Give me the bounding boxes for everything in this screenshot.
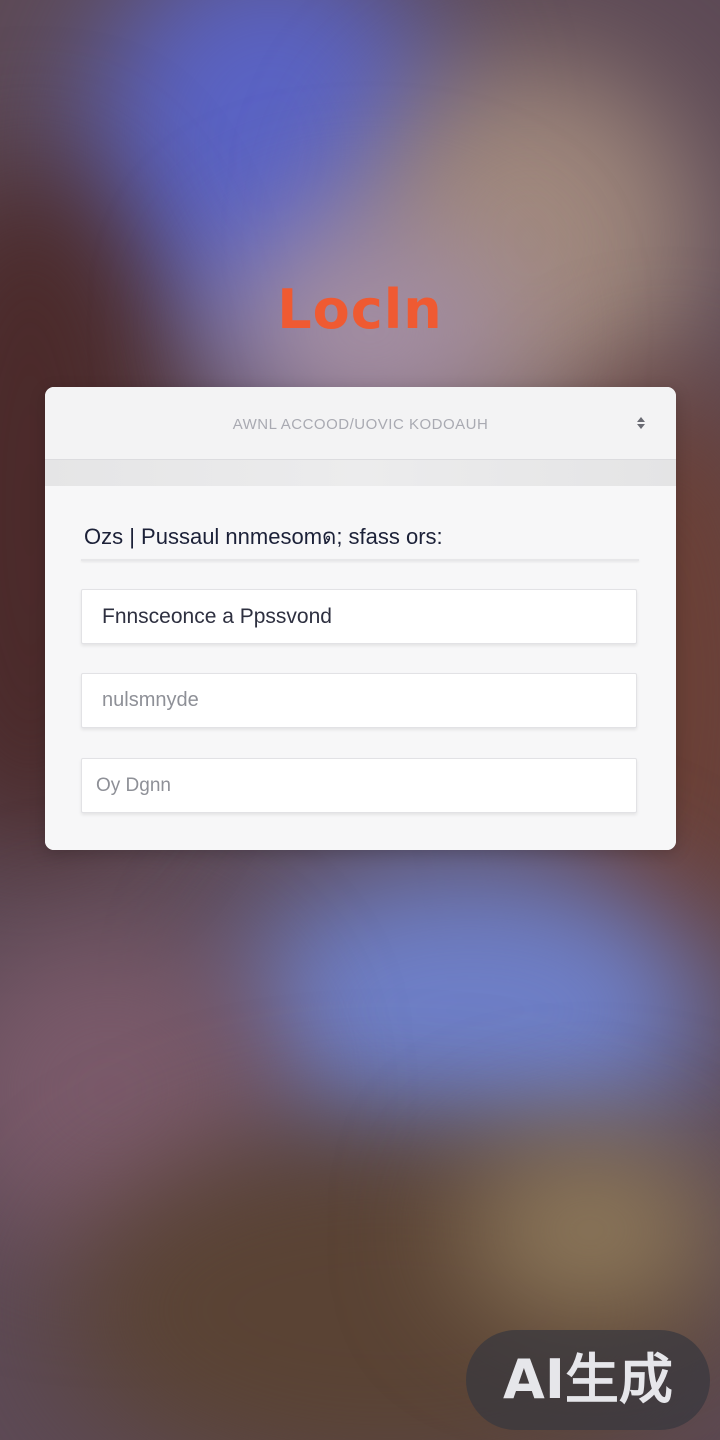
instruction-divider	[81, 559, 639, 561]
instruction-text: Ozs | Pussaul nnmesomด; sfass ors:	[84, 524, 443, 549]
page-title: Locln	[277, 278, 443, 341]
login-field[interactable]	[81, 758, 637, 813]
card-header-title: AWNL ACCOOD/UOVIC KODOAUH	[232, 416, 489, 433]
login-card: AWNL ACCOOD/UOVIC KODOAUH Ozs | Pussaul …	[45, 387, 676, 850]
card-header: AWNL ACCOOD/UOVIC KODOAUH	[45, 387, 676, 460]
ai-generated-watermark: AI生成	[466, 1330, 710, 1430]
settings-icon[interactable]	[633, 415, 649, 431]
password-field[interactable]	[81, 589, 637, 644]
username-field[interactable]	[81, 673, 637, 728]
header-divider-strip	[45, 460, 676, 486]
